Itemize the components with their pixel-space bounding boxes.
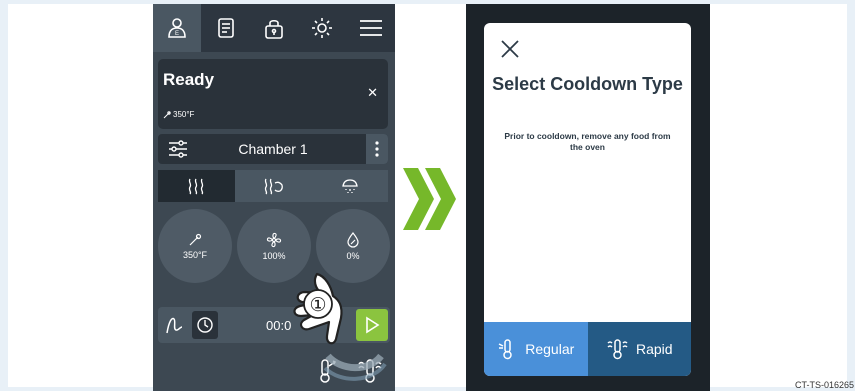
cooldown-screen: Select Cooldown Type Prior to cooldown, … (466, 4, 710, 391)
menu-icon[interactable] (347, 4, 395, 52)
more-options-icon[interactable] (366, 134, 388, 164)
dialog-title: Select Cooldown Type (492, 74, 683, 94)
rapid-label: Rapid (635, 341, 673, 357)
oven-control-screen: E Ready ✕ 350°F Chamber 1 350°F 100% 0% … (153, 4, 395, 391)
close-icon[interactable] (500, 39, 520, 64)
fan-speed-value: 100% (262, 250, 286, 261)
thermometer-icon (189, 233, 202, 245)
rapid-cooldown-button[interactable]: Rapid (587, 322, 691, 376)
top-navigation: E (153, 4, 395, 52)
chevron-right-icon (403, 168, 456, 230)
chamber-label: Chamber 1 (238, 141, 308, 157)
light-icon[interactable] (298, 4, 346, 52)
regular-cooldown-button[interactable]: Regular (484, 322, 588, 376)
close-icon[interactable]: ✕ (367, 85, 378, 101)
temperature-dial[interactable]: 350°F (158, 209, 232, 283)
user-icon[interactable]: E (153, 4, 202, 52)
dialog-message: Prior to cooldown, remove any food from … (504, 131, 671, 152)
lock-icon[interactable] (250, 4, 298, 52)
fan-icon (266, 232, 282, 247)
humidity-icon (347, 231, 359, 248)
cook-mode-tabs (158, 170, 389, 202)
cook-curve-icon[interactable] (164, 315, 184, 340)
status-title: Ready (163, 70, 215, 89)
hand-pointer-icon: ① (293, 272, 387, 381)
status-temperature: 350°F (163, 110, 194, 119)
cooldown-dialog: Select Cooldown Type Prior to cooldown, … (484, 23, 691, 376)
chamber-selector[interactable]: Chamber 1 (158, 134, 388, 164)
probe-icon (163, 110, 171, 118)
timer-icon[interactable] (192, 311, 218, 339)
combi-mode-icon[interactable] (234, 170, 312, 202)
step-callout: ① (309, 294, 326, 316)
status-temp-value: 350°F (173, 110, 195, 119)
regular-label: Regular (525, 341, 575, 357)
status-card: Ready ✕ 350°F (158, 59, 388, 129)
steam-mode-icon[interactable] (311, 170, 389, 202)
regular-cooldown-icon (498, 339, 512, 360)
humidity-value: 0% (346, 250, 360, 261)
rapid-cooldown-icon (607, 339, 628, 360)
svg-text:E: E (175, 31, 179, 37)
convection-mode-icon[interactable] (158, 170, 235, 202)
recipe-book-icon[interactable] (201, 4, 249, 52)
temperature-value: 350°F (182, 249, 208, 260)
document-code: CT-TS-016265 (794, 380, 854, 390)
